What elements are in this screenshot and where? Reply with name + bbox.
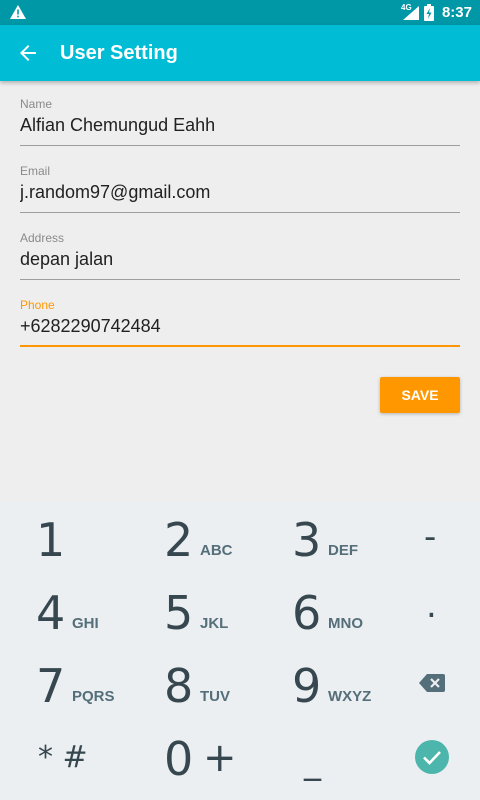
key-8-digit: 8: [164, 659, 194, 713]
key-0[interactable]: 0 +: [120, 721, 250, 800]
key-2-letters: ABC: [200, 542, 233, 559]
page-title: User Setting: [60, 42, 178, 64]
email-input[interactable]: j.random97@gmail.com: [20, 182, 460, 213]
backspace-icon: [419, 674, 445, 697]
key-2[interactable]: 2 ABC: [120, 502, 250, 575]
save-button[interactable]: SAVE: [380, 377, 460, 413]
key-8[interactable]: 8 TUV: [120, 648, 250, 721]
battery-icon: [424, 4, 434, 26]
email-field[interactable]: Email j.random97@gmail.com: [20, 164, 460, 213]
warning-icon: [10, 5, 26, 24]
arrow-left-icon[interactable]: [16, 41, 40, 65]
address-input[interactable]: depan jalan: [20, 249, 460, 280]
key-9-letters: WXYZ: [328, 688, 372, 705]
key-3[interactable]: 3 DEF: [250, 502, 380, 575]
key-minus-symbol: -: [424, 517, 437, 557]
numeric-keypad: 1 2 ABC 3 DEF - 4 GHI 5 JKL 6 MNO . 7 PQ…: [0, 502, 480, 800]
address-label: Address: [20, 231, 65, 245]
name-field[interactable]: Name Alfian Chemungud Eahh: [20, 97, 460, 146]
key-star-hash-symbol: * #: [38, 740, 88, 775]
key-5-letters: JKL: [200, 615, 229, 632]
space-symbol: _: [304, 742, 321, 782]
name-label: Name: [20, 97, 53, 111]
key-6-digit: 6: [292, 586, 322, 640]
email-label: Email: [20, 164, 51, 178]
key-4-letters: GHI: [72, 615, 99, 632]
key-7[interactable]: 7 PQRS: [0, 648, 120, 721]
key-3-letters: DEF: [328, 542, 358, 559]
phone-field[interactable]: Phone +6282290742484: [20, 298, 460, 347]
key-minus[interactable]: -: [380, 502, 480, 575]
space-key[interactable]: _: [250, 721, 380, 800]
phone-label: Phone: [20, 298, 55, 312]
signal-icon: [403, 6, 419, 25]
key-1-digit: 1: [36, 513, 66, 567]
check-icon: [415, 740, 449, 779]
key-star-hash[interactable]: * #: [0, 721, 120, 800]
status-bar: 4G 8:37: [0, 0, 480, 25]
key-7-letters: PQRS: [72, 688, 115, 705]
clock: 8:37: [441, 4, 472, 21]
key-9-digit: 9: [292, 659, 322, 713]
key-4[interactable]: 4 GHI: [0, 575, 120, 648]
phone-input[interactable]: +6282290742484: [20, 316, 460, 347]
key-0-digit: 0: [164, 732, 194, 786]
key-0-plus: +: [203, 735, 237, 781]
key-dot-symbol: .: [426, 586, 437, 626]
key-dot[interactable]: .: [380, 575, 480, 648]
key-9[interactable]: 9 WXYZ: [250, 648, 380, 721]
key-1[interactable]: 1: [0, 502, 120, 575]
key-5-digit: 5: [164, 586, 194, 640]
key-2-digit: 2: [164, 513, 194, 567]
backspace-key[interactable]: [380, 648, 480, 721]
name-input[interactable]: Alfian Chemungud Eahh: [20, 115, 460, 146]
address-field[interactable]: Address depan jalan: [20, 231, 460, 280]
app-bar: User Setting: [0, 25, 480, 81]
key-7-digit: 7: [36, 659, 66, 713]
key-4-digit: 4: [36, 586, 66, 640]
key-3-digit: 3: [292, 513, 322, 567]
key-6[interactable]: 6 MNO: [250, 575, 380, 648]
done-key[interactable]: [380, 721, 480, 800]
key-6-letters: MNO: [328, 615, 363, 632]
key-8-letters: TUV: [200, 688, 230, 705]
key-5[interactable]: 5 JKL: [120, 575, 250, 648]
